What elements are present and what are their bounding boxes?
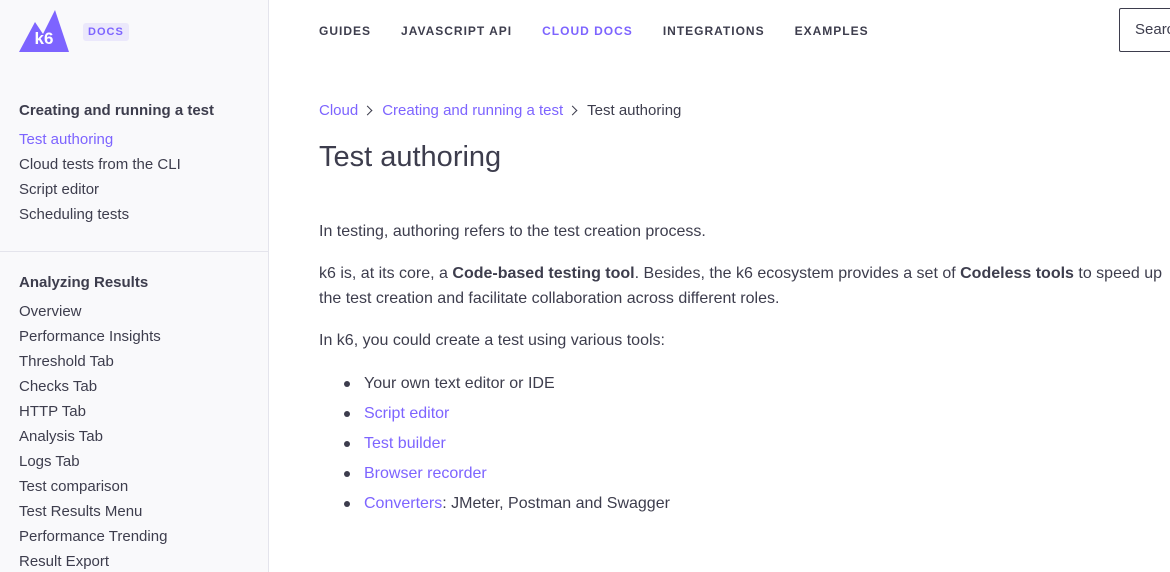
bullet-icon	[344, 411, 350, 417]
bullet-icon	[344, 441, 350, 447]
list-item: Script editor	[319, 399, 1170, 429]
tools-intro-paragraph: In k6, you could create a test using var…	[319, 332, 665, 349]
converters-link[interactable]: Converters	[364, 495, 442, 512]
docs-badge: DOCS	[83, 23, 129, 41]
chevron-right-icon	[362, 105, 373, 115]
breadcrumb-creating-and-running[interactable]: Creating and running a test	[382, 102, 563, 119]
bullet-icon	[344, 501, 350, 507]
list-item-text: Your own text editor or IDE	[364, 375, 555, 392]
sidebar-item-http-tab[interactable]: HTTP Tab	[19, 402, 268, 427]
script-editor-link[interactable]: Script editor	[364, 405, 449, 422]
sidebar-item-logs-tab[interactable]: Logs Tab	[19, 452, 268, 477]
search-input[interactable]: Search	[1119, 8, 1170, 52]
intro-paragraph: In testing, authoring refers to the test…	[319, 223, 706, 240]
nav-javascript-api[interactable]: JAVASCRIPT API	[401, 23, 512, 39]
list-item-text: : JMeter, Postman and Swagger	[442, 495, 670, 512]
sidebar-item-analysis-tab[interactable]: Analysis Tab	[19, 427, 268, 452]
brand: k6 DOCS	[19, 8, 129, 52]
text-segment: . Besides, the k6 ecosystem provides a s…	[634, 265, 961, 282]
page-title: Test authoring	[319, 141, 502, 173]
k6-logo-icon[interactable]: k6	[19, 8, 69, 52]
main-content: Cloud Creating and running a test Test a…	[319, 99, 1170, 519]
emphasis-codeless: Codeless tools	[960, 265, 1074, 282]
top-nav: GUIDES JAVASCRIPT API CLOUD DOCS INTEGRA…	[319, 23, 899, 39]
sidebar: k6 DOCS Creating and running a test Test…	[0, 0, 269, 572]
sidebar-item-checks-tab[interactable]: Checks Tab	[19, 377, 268, 402]
nav-guides[interactable]: GUIDES	[319, 23, 371, 39]
sidebar-item-test-authoring[interactable]: Test authoring	[19, 130, 268, 155]
sidebar-heading[interactable]: Creating and running a test	[19, 100, 268, 122]
sidebar-item-result-export[interactable]: Result Export	[19, 552, 268, 572]
list-item: Converters: JMeter, Postman and Swagger	[319, 489, 1170, 519]
breadcrumb: Cloud Creating and running a test Test a…	[319, 99, 1170, 121]
nav-integrations[interactable]: INTEGRATIONS	[663, 23, 765, 39]
sidebar-section-analyzing: Analyzing Results Overview Performance I…	[0, 251, 268, 572]
sidebar-section-creating: Creating and running a test Test authori…	[0, 100, 268, 230]
sidebar-item-performance-trending[interactable]: Performance Trending	[19, 527, 268, 552]
sidebar-item-performance-insights[interactable]: Performance Insights	[19, 327, 268, 352]
logo-text: k6	[35, 29, 54, 48]
breadcrumb-current: Test authoring	[587, 101, 682, 119]
sidebar-item-scheduling-tests[interactable]: Scheduling tests	[19, 205, 268, 230]
ecosystem-paragraph: k6 is, at its core, a Code-based testing…	[319, 261, 1164, 311]
emphasis-code-based: Code-based testing tool	[452, 265, 635, 282]
sidebar-item-script-editor[interactable]: Script editor	[19, 180, 268, 205]
bullet-icon	[344, 381, 350, 387]
sidebar-item-test-results-menu[interactable]: Test Results Menu	[19, 502, 268, 527]
list-item: Browser recorder	[319, 459, 1170, 489]
nav-examples[interactable]: EXAMPLES	[795, 23, 869, 39]
browser-recorder-link[interactable]: Browser recorder	[364, 465, 487, 482]
list-item: Test builder	[319, 429, 1170, 459]
sidebar-item-overview[interactable]: Overview	[19, 302, 268, 327]
nav-cloud-docs[interactable]: CLOUD DOCS	[542, 23, 633, 39]
bullet-icon	[344, 471, 350, 477]
test-builder-link[interactable]: Test builder	[364, 435, 446, 452]
breadcrumb-cloud[interactable]: Cloud	[319, 102, 358, 119]
tools-list: Your own text editor or IDE Script edito…	[319, 369, 1170, 519]
sidebar-item-cloud-tests-cli[interactable]: Cloud tests from the CLI	[19, 155, 268, 180]
text-segment: k6 is, at its core, a	[319, 265, 453, 282]
chevron-right-icon	[567, 105, 578, 115]
sidebar-item-threshold-tab[interactable]: Threshold Tab	[19, 352, 268, 377]
sidebar-item-test-comparison[interactable]: Test comparison	[19, 477, 268, 502]
sidebar-heading[interactable]: Analyzing Results	[19, 272, 268, 294]
list-item: Your own text editor or IDE	[319, 369, 1170, 399]
